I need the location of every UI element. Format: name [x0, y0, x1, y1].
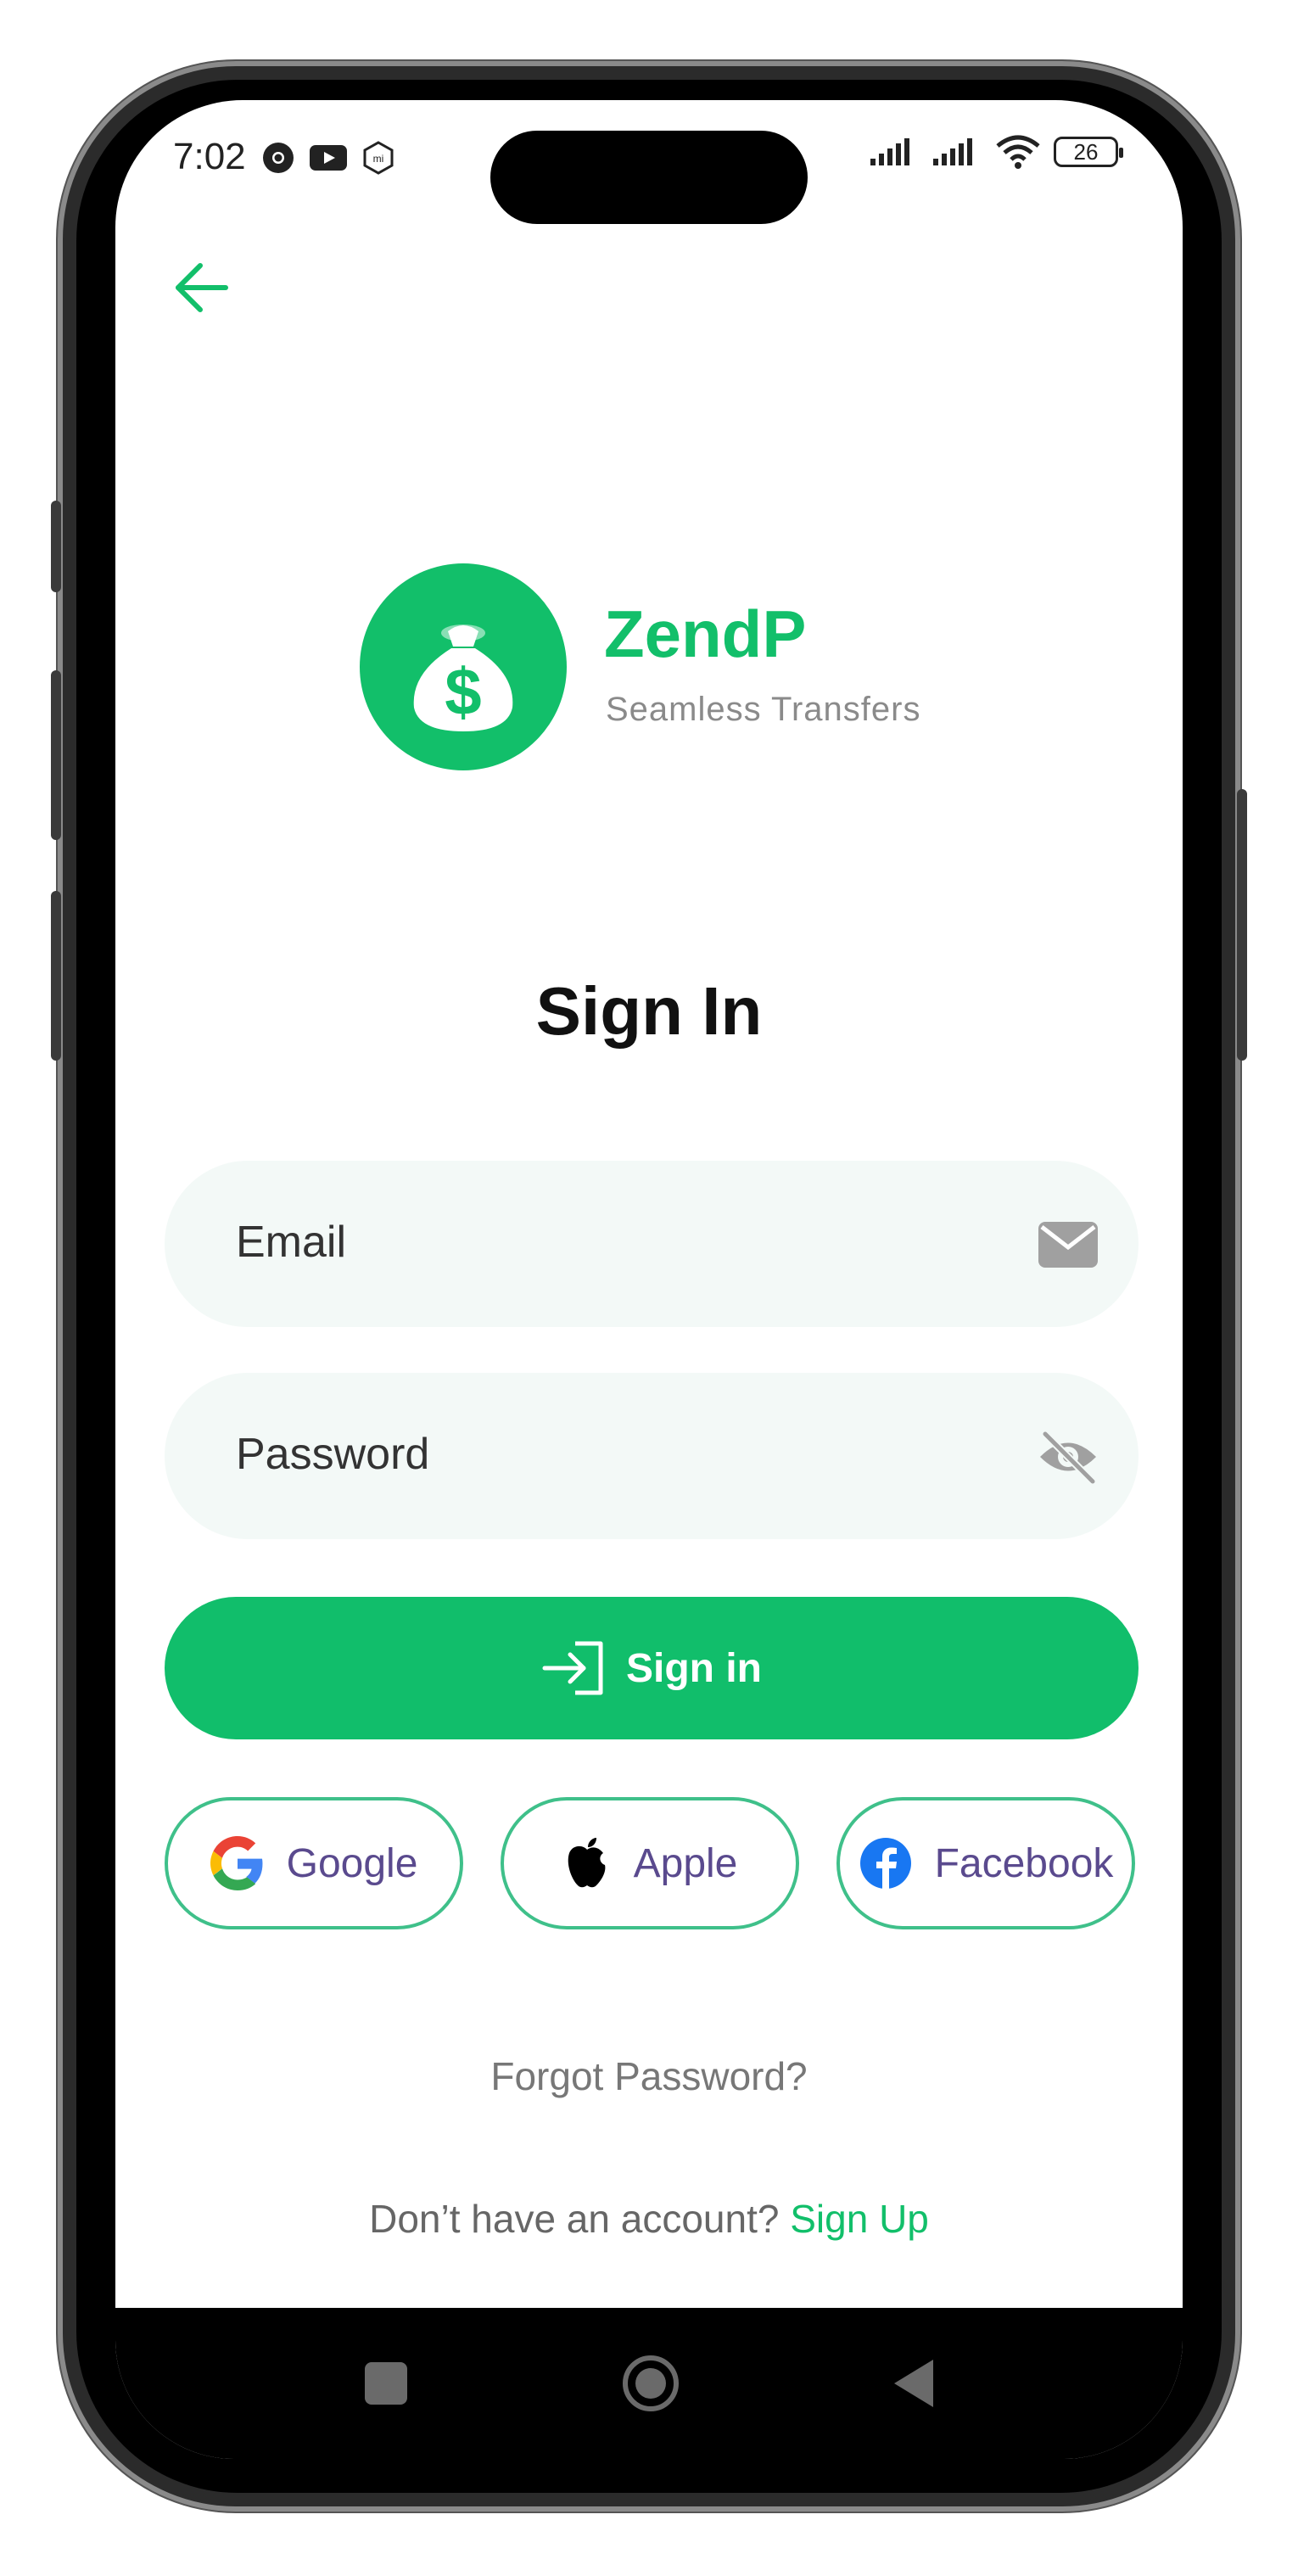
sign-up-link[interactable]: Sign Up — [790, 2197, 929, 2241]
app-logo: $ — [360, 563, 567, 770]
battery-icon: 26 — [1054, 137, 1123, 167]
app-screen: 7:02 mi 26 $ ZendP Seamless Transfers Si… — [115, 100, 1183, 2459]
google-label: Google — [286, 1840, 418, 1886]
signal-icon — [870, 138, 909, 165]
signup-prompt: Don’t have an account? Sign Up — [115, 2196, 1183, 2242]
sign-in-label: Sign in — [626, 1645, 762, 1691]
facebook-button[interactable]: Facebook — [836, 1797, 1135, 1929]
password-field[interactable]: Password — [165, 1373, 1139, 1539]
signal-icon — [933, 138, 972, 165]
email-label: Email — [236, 1218, 347, 1267]
chrome-icon — [263, 143, 294, 173]
recents-icon[interactable] — [363, 2360, 409, 2406]
page-title: Sign In — [535, 973, 763, 1049]
apple-button[interactable]: Apple — [501, 1797, 799, 1929]
brand-name: ZendP — [604, 596, 807, 671]
apple-label: Apple — [633, 1840, 738, 1886]
mi-icon: mi — [363, 141, 394, 175]
back-arrow-icon[interactable] — [171, 258, 231, 317]
status-time: 7:02 — [173, 136, 246, 177]
no-account-text: Don’t have an account? — [369, 2197, 780, 2241]
power-button — [1237, 789, 1247, 1061]
email-field[interactable]: Email — [165, 1161, 1139, 1327]
eye-off-icon[interactable] — [1037, 1425, 1099, 1488]
volume-button — [51, 670, 61, 840]
facebook-label: Facebook — [934, 1840, 1114, 1886]
volume-button — [51, 891, 61, 1061]
dynamic-island — [490, 131, 808, 224]
youtube-icon — [310, 145, 347, 171]
notification-icons: mi — [261, 141, 395, 175]
mail-icon — [1038, 1222, 1098, 1268]
system-nav-bar — [115, 2308, 1183, 2459]
volume-button — [51, 501, 61, 592]
home-icon[interactable] — [621, 2354, 680, 2413]
dollar-symbol: $ — [445, 654, 481, 729]
password-label: Password — [236, 1430, 430, 1479]
battery-level: 26 — [1073, 138, 1099, 165]
svg-text:mi: mi — [373, 153, 384, 165]
google-button[interactable]: Google — [165, 1797, 463, 1929]
google-icon — [210, 1836, 263, 1890]
status-bar: 7:02 mi 26 — [115, 100, 1183, 224]
wifi-icon — [996, 135, 1040, 169]
facebook-icon — [859, 1838, 911, 1889]
sign-in-button[interactable]: Sign in — [165, 1597, 1139, 1739]
brand-tagline: Seamless Transfers — [606, 691, 921, 728]
system-icons: 26 — [869, 134, 1123, 170]
login-icon — [542, 1641, 603, 1695]
forgot-password-link[interactable]: Forgot Password? — [115, 2053, 1183, 2099]
apple-icon — [568, 1838, 606, 1888]
back-nav-icon[interactable] — [892, 2358, 935, 2409]
money-bag-icon: $ — [413, 624, 513, 731]
